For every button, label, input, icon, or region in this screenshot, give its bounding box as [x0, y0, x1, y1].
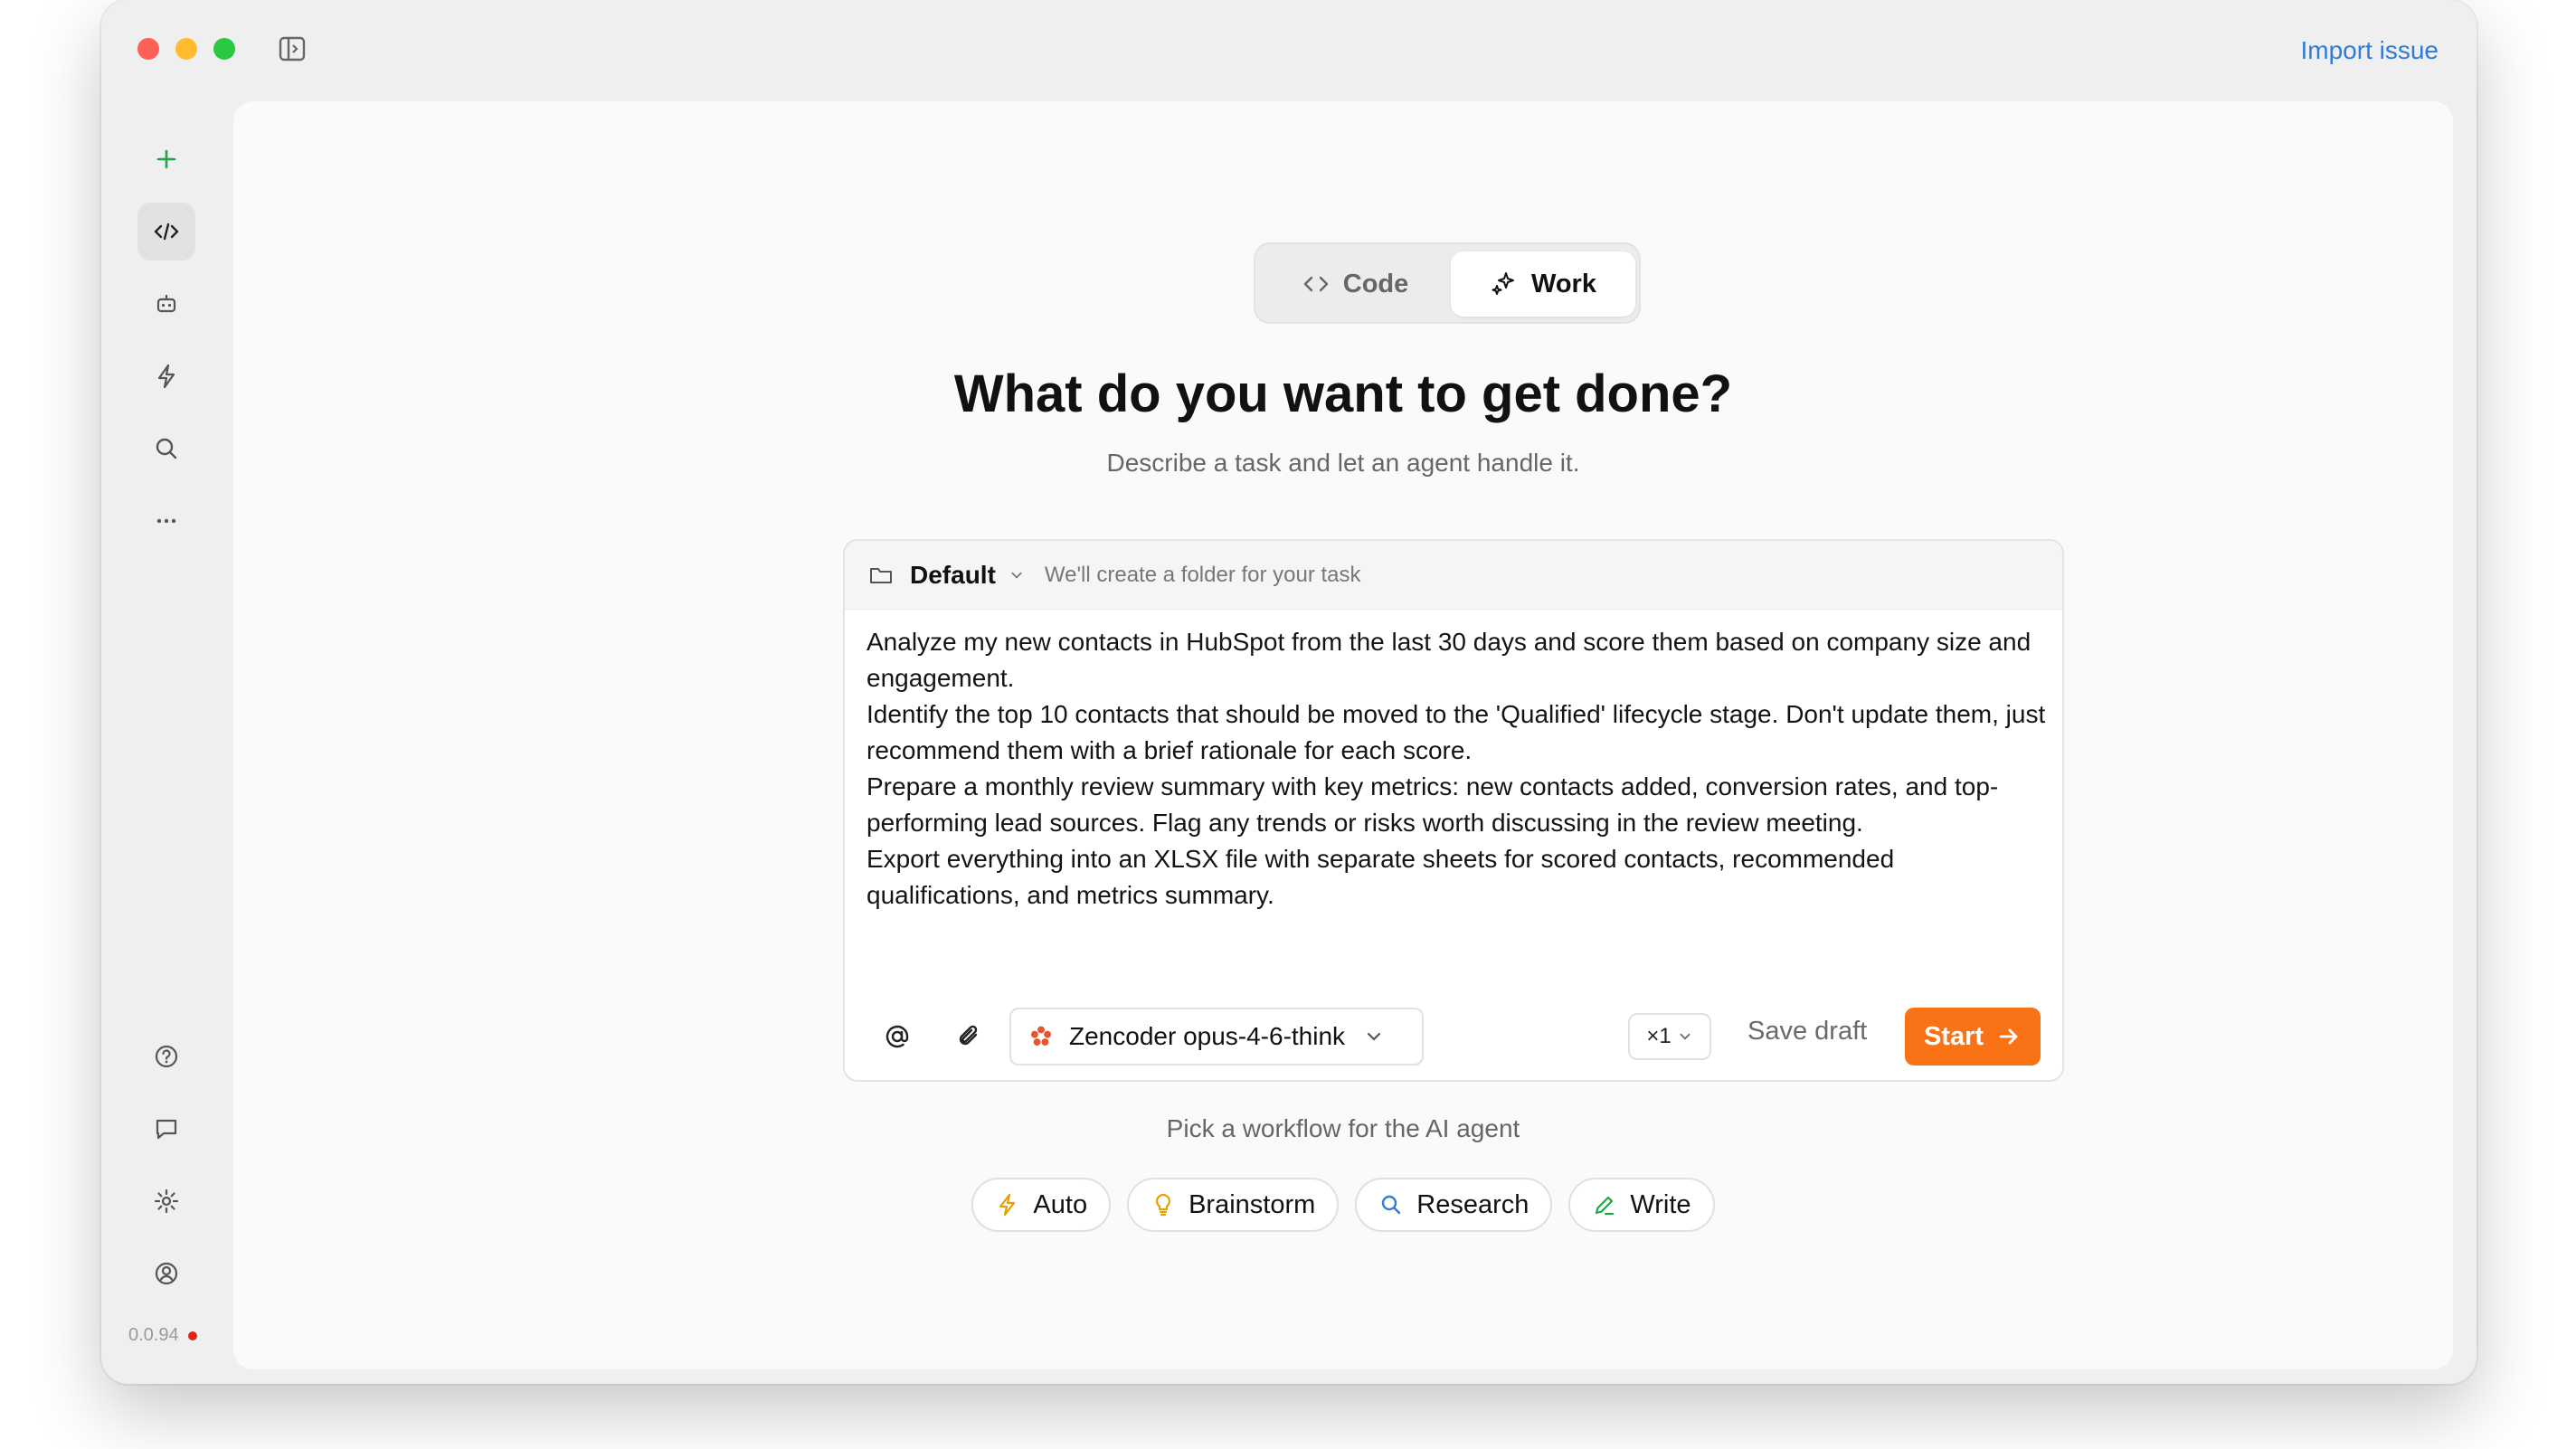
page-title: What do you want to get done?	[953, 365, 1733, 423]
task-line: Export everything into an XLSX file with…	[867, 845, 1895, 909]
at-sign-icon	[886, 1025, 909, 1048]
page-subtitle: Describe a task and let an agent handle …	[1106, 449, 1580, 477]
task-line: Identify the top 10 contacts that should…	[867, 700, 2046, 764]
agents-nav-button[interactable]	[137, 275, 195, 333]
attach-button[interactable]	[948, 1015, 991, 1058]
run-count-value: ×1	[1646, 1024, 1672, 1048]
close-window-button[interactable]	[137, 38, 159, 60]
help-button[interactable]	[137, 1028, 195, 1085]
workflow-chip-auto[interactable]: Auto	[971, 1178, 1112, 1232]
model-logo-icon	[1030, 1026, 1052, 1046]
main-panel: Code Work What do you want to get done? …	[233, 101, 2453, 1369]
sidebar-toggle-icon[interactable]	[279, 36, 306, 62]
folder-hint: We'll create a folder for your task	[1044, 562, 1361, 587]
chevron-down-icon	[1367, 1032, 1381, 1041]
pen-icon	[1596, 1196, 1615, 1216]
model-selector[interactable]: Zencoder opus-4-6-think	[1009, 1008, 1424, 1065]
window-controls	[137, 38, 235, 60]
robot-icon	[156, 295, 176, 313]
start-button[interactable]: Start	[1905, 1008, 2041, 1065]
run-count-selector[interactable]: ×1	[1628, 1013, 1711, 1060]
mode-switch: Code Work	[1254, 242, 1641, 324]
workflow-chip-brainstorm[interactable]: Brainstorm	[1127, 1178, 1340, 1232]
help-circle-icon	[155, 1045, 178, 1068]
zoom-window-button[interactable]	[213, 38, 235, 60]
code-nav-button[interactable]	[137, 203, 195, 260]
save-draft-button[interactable]: Save draft	[1747, 1017, 1867, 1046]
code-icon	[154, 223, 179, 241]
app-window: Import issue 0.0.94 Code Work What do yo…	[101, 0, 2477, 1384]
more-nav-button[interactable]	[137, 492, 195, 550]
import-issue-link[interactable]: Import issue	[2301, 36, 2439, 65]
workflow-chip-label: Write	[1630, 1189, 1691, 1219]
workflow-chip-label: Auto	[1033, 1189, 1088, 1219]
task-line: Analyze my new contacts in HubSpot from …	[867, 628, 2031, 692]
chevron-down-icon	[1680, 1033, 1690, 1040]
start-label: Start	[1923, 1021, 1984, 1051]
tab-work-label: Work	[1531, 269, 1596, 298]
folder-selector[interactable]: Default We'll create a folder for your t…	[845, 541, 2062, 610]
sparkles-icon	[1492, 272, 1514, 295]
minimize-window-button[interactable]	[175, 38, 197, 60]
tab-work[interactable]: Work	[1451, 251, 1635, 317]
version-label: 0.0.94	[128, 1325, 179, 1345]
settings-button[interactable]	[137, 1172, 195, 1230]
lightning-icon	[999, 1193, 1016, 1217]
composer-toolbar: Zencoder opus-4-6-think ×1 Save draft St…	[845, 993, 2062, 1080]
workflow-chip-label: Brainstorm	[1189, 1189, 1316, 1219]
status-dot	[187, 1331, 197, 1340]
search-icon	[156, 438, 177, 459]
chat-bubble-icon	[156, 1119, 177, 1140]
workflow-label: Pick a workflow for the AI agent	[1166, 1114, 1520, 1142]
paperclip-icon	[959, 1025, 978, 1046]
mention-button[interactable]	[876, 1015, 919, 1058]
nav-rail	[137, 112, 199, 1360]
lightning-icon	[157, 364, 175, 389]
model-name: Zencoder opus-4-6-think	[1069, 1022, 1346, 1050]
search-icon	[1382, 1195, 1401, 1215]
gear-icon	[154, 1189, 179, 1214]
user-circle-icon	[155, 1262, 178, 1285]
workflow-chip-write[interactable]: Write	[1568, 1178, 1715, 1232]
ellipsis-icon	[156, 518, 176, 524]
feedback-button[interactable]	[137, 1100, 195, 1158]
lightbulb-icon	[1156, 1193, 1171, 1217]
chevron-down-icon	[1011, 572, 1022, 579]
workflow-chip-research[interactable]: Research	[1355, 1178, 1553, 1232]
arrow-right-icon	[1999, 1028, 2018, 1045]
folder-name: Default	[910, 560, 996, 589]
plus-icon	[156, 149, 176, 169]
workflow-chips: Auto Brainstorm Research Write	[233, 1178, 2453, 1232]
account-button[interactable]	[137, 1245, 195, 1302]
workflow-chip-label: Research	[1416, 1189, 1530, 1219]
task-composer: Default We'll create a folder for your t…	[843, 539, 2064, 1082]
tab-code[interactable]: Code	[1263, 251, 1447, 317]
folder-icon	[870, 567, 892, 583]
task-input[interactable]: Analyze my new contacts in HubSpot from …	[867, 624, 2051, 914]
new-task-button[interactable]	[137, 130, 195, 188]
version-indicator: 0.0.94	[128, 1325, 197, 1346]
tab-code-label: Code	[1342, 269, 1409, 298]
code-icon	[1303, 276, 1328, 292]
search-nav-button[interactable]	[137, 420, 195, 478]
task-line: Prepare a monthly review summary with ke…	[867, 772, 1999, 837]
automations-nav-button[interactable]	[137, 347, 195, 405]
